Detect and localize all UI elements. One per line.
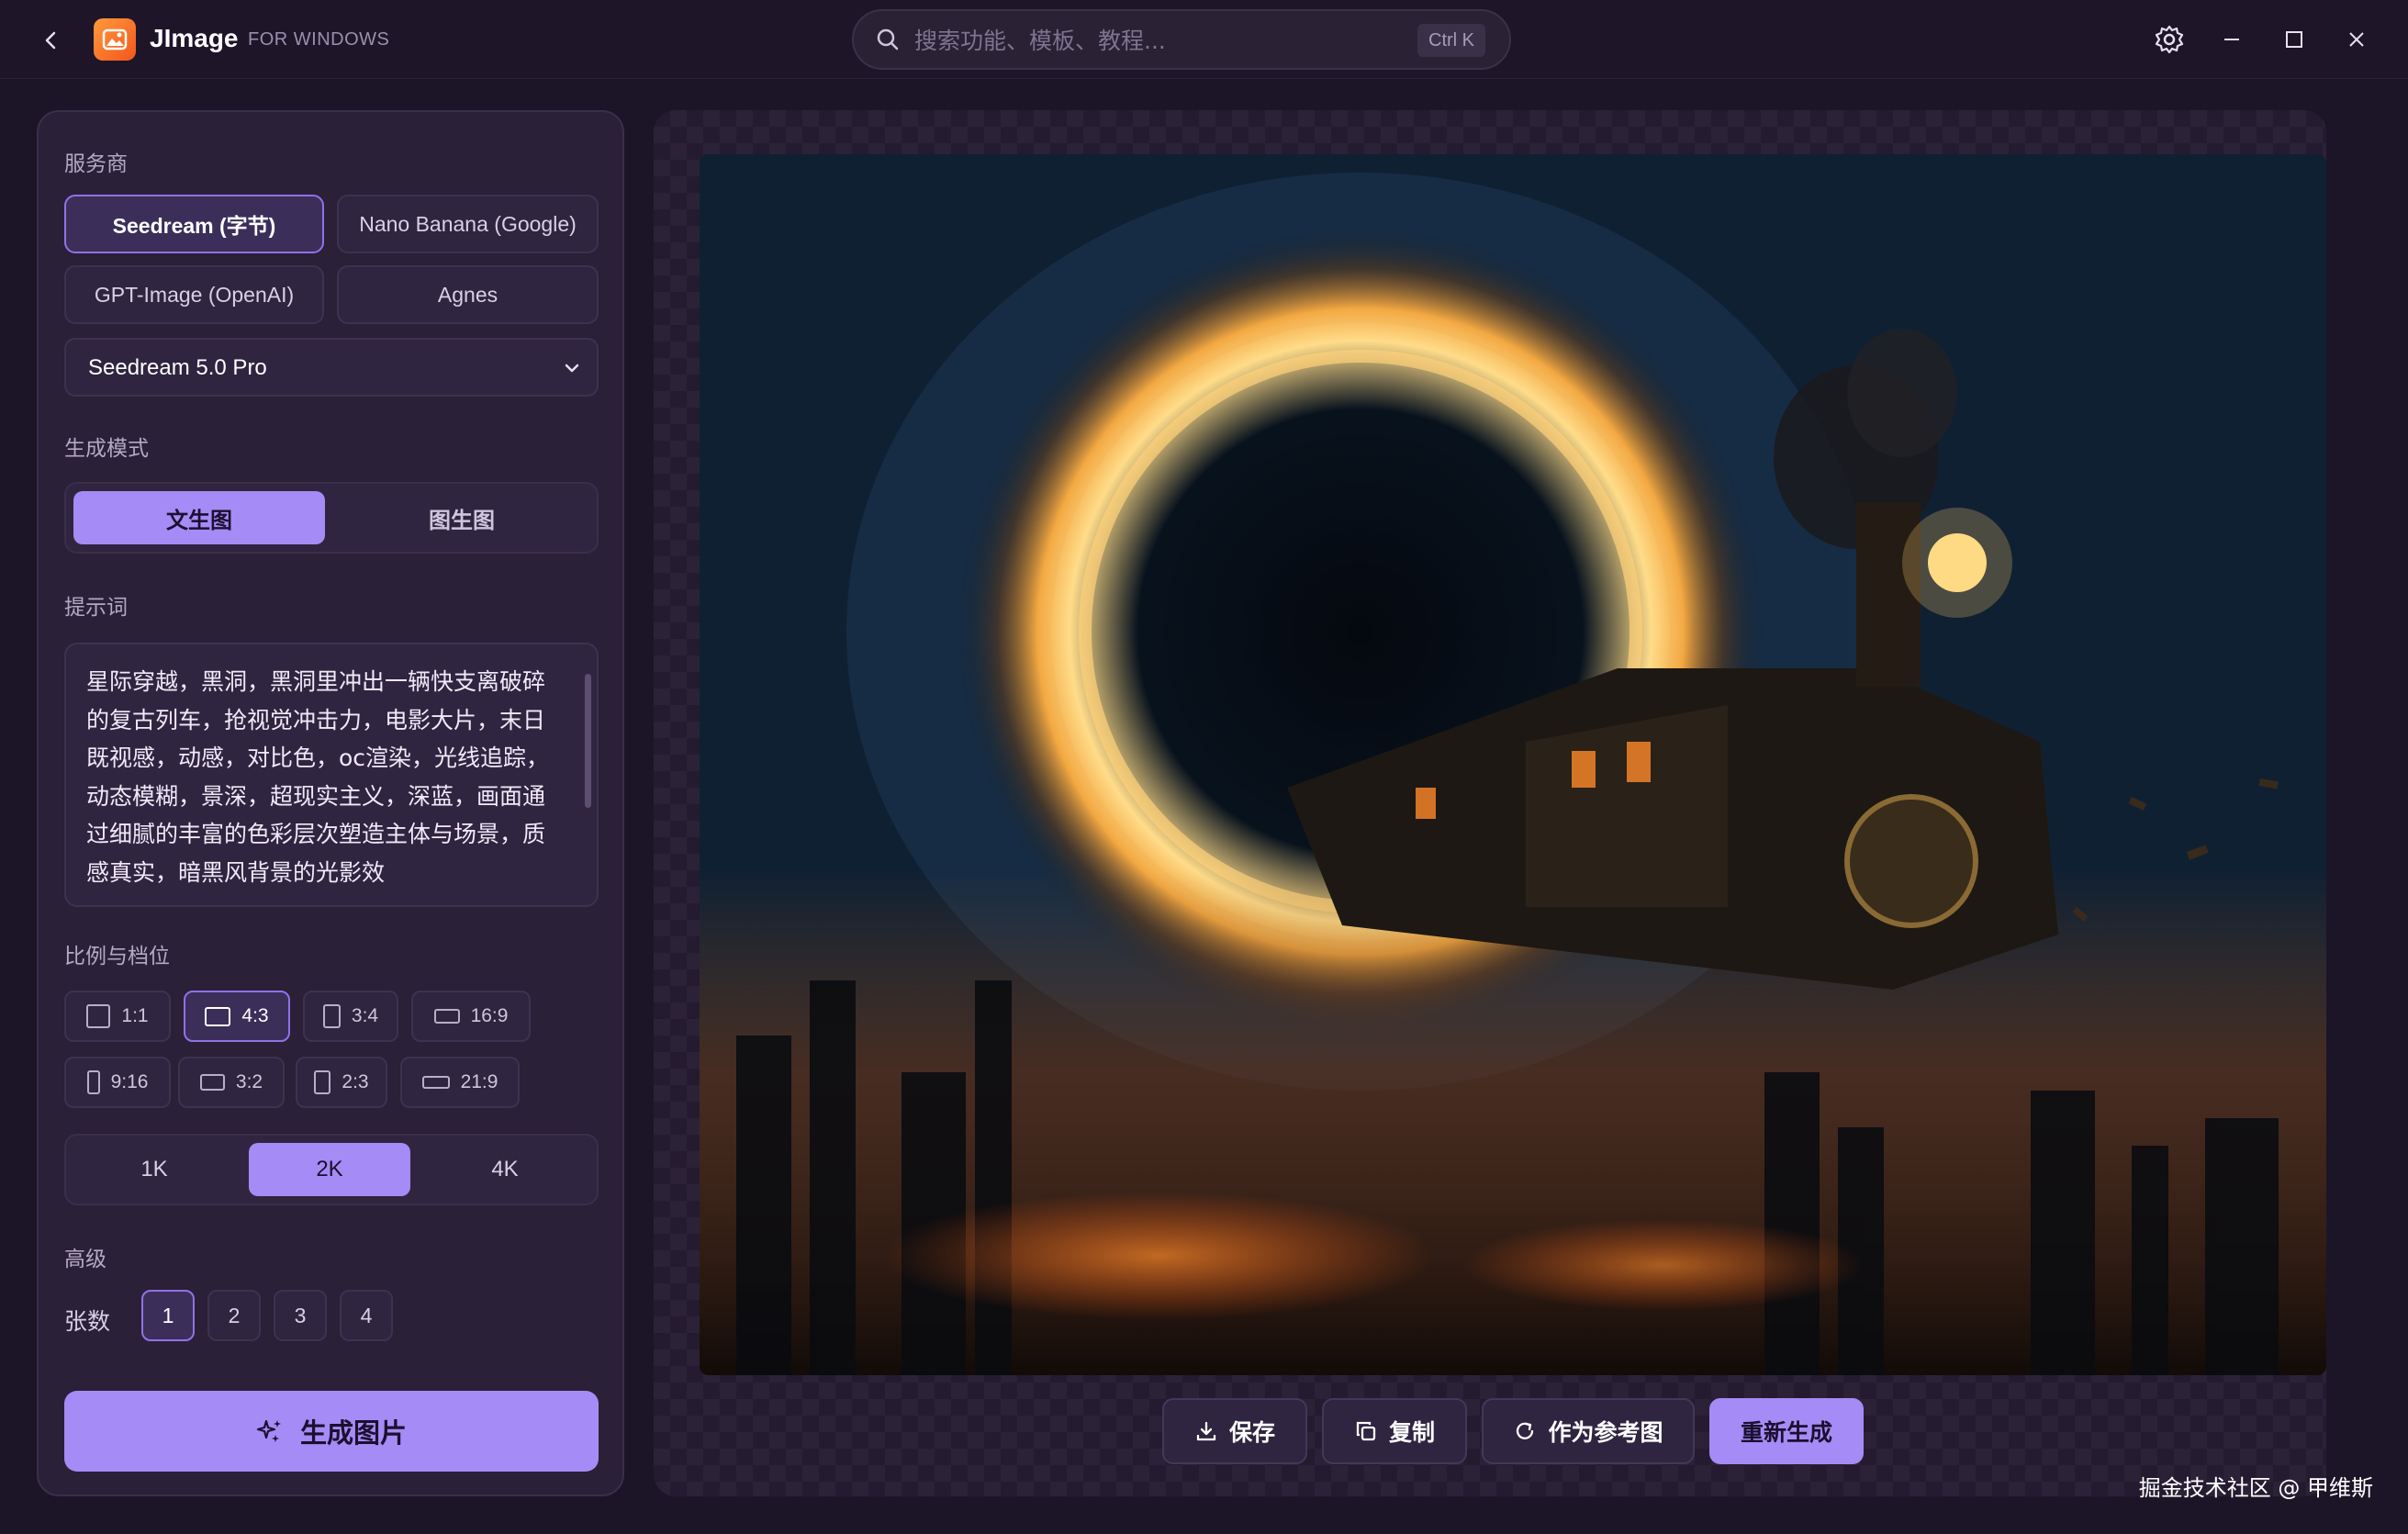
ratio-label-4-3: 4:3 — [241, 1005, 269, 1026]
use-as-reference-button[interactable]: 作为参考图 — [1482, 1398, 1695, 1464]
mode-image-to-image[interactable]: 图生图 — [336, 491, 588, 544]
copy-button[interactable]: 复制 — [1322, 1398, 1467, 1464]
prompt-label: 提示词 — [64, 596, 128, 620]
search-box[interactable]: Ctrl K — [852, 9, 1511, 70]
minimize-icon — [2224, 39, 2239, 40]
portrait-icon — [314, 1070, 331, 1094]
ratio-label-3-4: 3:4 — [351, 1005, 379, 1026]
settings-panel: 服务商 Seedream (字节) Nano Banana (Google) G… — [37, 110, 624, 1496]
resolution-1k[interactable]: 1K — [73, 1143, 235, 1196]
generated-image[interactable] — [700, 154, 2326, 1375]
landscape-icon — [205, 1006, 231, 1026]
count-1[interactable]: 1 — [141, 1290, 195, 1341]
back-button[interactable] — [31, 20, 72, 61]
ratio-label-3-2: 3:2 — [235, 1071, 263, 1092]
resolution-2k[interactable]: 2K — [249, 1143, 410, 1196]
count-label: 张数 — [64, 1308, 111, 1335]
mode-label: 生成模式 — [64, 437, 149, 461]
ratio-1-1[interactable]: 1:1 — [64, 991, 171, 1042]
chevron-down-icon — [565, 364, 579, 373]
resolution-4k[interactable]: 4K — [424, 1143, 586, 1196]
title-bar: JImage FOR WINDOWS Ctrl K — [0, 0, 2408, 79]
generate-button[interactable]: 生成图片 — [64, 1391, 599, 1472]
prompt-scrollbar[interactable] — [585, 674, 591, 808]
back-icon — [45, 31, 56, 50]
square-icon — [86, 1004, 111, 1028]
advanced-label: 高级 — [64, 1248, 106, 1271]
app-name: JImage — [150, 24, 239, 52]
ratio-label: 比例与档位 — [64, 945, 170, 969]
resolution-switch: 1K 2K 4K — [64, 1134, 599, 1205]
ratio-21-9[interactable]: 21:9 — [400, 1057, 520, 1108]
count-3[interactable]: 3 — [274, 1290, 327, 1341]
search-shortcut-badge: Ctrl K — [1417, 24, 1485, 57]
save-button-label: 保存 — [1228, 1419, 1275, 1446]
provider-gpt-image[interactable]: GPT-Image (OpenAI) — [64, 265, 324, 324]
ratio-9-16[interactable]: 9:16 — [64, 1057, 171, 1108]
mode-text-to-image[interactable]: 文生图 — [73, 491, 325, 544]
close-button[interactable] — [2335, 18, 2378, 61]
count-4[interactable]: 4 — [340, 1290, 393, 1341]
provider-agnes[interactable]: Agnes — [337, 265, 599, 324]
portrait-icon — [322, 1004, 341, 1028]
close-icon — [2349, 32, 2364, 47]
refresh-icon — [1517, 1422, 1534, 1439]
provider-seedream[interactable]: Seedream (字节) — [64, 195, 324, 253]
use-as-reference-label: 作为参考图 — [1548, 1419, 1663, 1446]
settings-button[interactable] — [2148, 18, 2190, 61]
ratio-label-1-1: 1:1 — [121, 1005, 149, 1026]
copy-button-label: 复制 — [1388, 1419, 1435, 1446]
ultrawide-icon — [421, 1076, 450, 1089]
ratio-3-2[interactable]: 3:2 — [178, 1057, 285, 1108]
mode-switch: 文生图 图生图 — [64, 482, 599, 554]
download-icon — [1196, 1421, 1216, 1441]
regenerate-button[interactable]: 重新生成 — [1709, 1398, 1864, 1464]
ratio-label-9-16: 9:16 — [110, 1071, 149, 1092]
tall-portrait-icon — [86, 1070, 100, 1094]
ratio-label-16-9: 16:9 — [470, 1005, 509, 1026]
search-input[interactable] — [914, 22, 1346, 59]
app-platform: FOR WINDOWS — [248, 29, 390, 50]
widescreen-icon — [433, 1009, 460, 1024]
maximize-button[interactable] — [2273, 18, 2315, 61]
generated-image-art — [700, 154, 2326, 1375]
app-logo-icon — [94, 18, 136, 61]
sparkle-icon — [256, 1419, 281, 1442]
ratio-16-9[interactable]: 16:9 — [411, 991, 531, 1042]
maximize-icon — [2286, 31, 2302, 48]
search-icon — [877, 28, 899, 50]
ratio-label-2-3: 2:3 — [342, 1071, 369, 1092]
gear-icon — [2155, 25, 2184, 54]
ratio-2-3[interactable]: 2:3 — [296, 1057, 387, 1108]
prompt-text: 星际穿越，黑洞，黑洞里冲出一辆快支离破碎的复古列车，抢视觉冲击力，电影大片，末日… — [86, 668, 550, 886]
model-select[interactable]: Seedream 5.0 Pro — [64, 338, 599, 397]
model-select-value: Seedream 5.0 Pro — [88, 355, 267, 380]
prompt-textarea[interactable]: 星际穿越，黑洞，黑洞里冲出一辆快支离破碎的复古列车，抢视觉冲击力，电影大片，末日… — [64, 643, 599, 907]
copy-icon — [1356, 1421, 1376, 1441]
save-button[interactable]: 保存 — [1162, 1398, 1307, 1464]
ratio-label-21-9: 21:9 — [460, 1071, 498, 1092]
provider-label: 服务商 — [64, 152, 128, 176]
ratio-3-4[interactable]: 3:4 — [303, 991, 398, 1042]
ratio-4-3[interactable]: 4:3 — [184, 991, 290, 1042]
count-2[interactable]: 2 — [207, 1290, 261, 1341]
provider-nano-banana[interactable]: Nano Banana (Google) — [337, 195, 599, 253]
minimize-button[interactable] — [2211, 18, 2253, 61]
landscape-icon — [199, 1074, 225, 1091]
generate-button-label: 生成图片 — [299, 1417, 407, 1449]
watermark: 掘金技术社区 @ 甲维斯 — [2138, 1475, 2373, 1501]
